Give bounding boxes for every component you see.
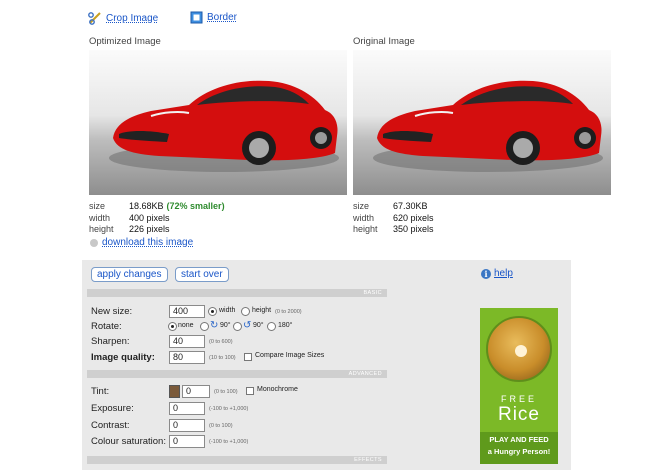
optimized-stats: size 18.68KB (72% smaller) width 400 pixels…: [89, 201, 225, 236]
optimized-image-title: Optimized Image: [89, 36, 161, 47]
tint-label: Tint:: [91, 386, 110, 397]
colour-saturation-hint: (-100 to +1,000): [209, 439, 249, 445]
new-size-label: New size:: [91, 306, 133, 317]
freerice-ad[interactable]: FREE Rice PLAY AND FEED a Hungry Person!: [480, 308, 558, 464]
width-label: width: [353, 212, 375, 223]
ad-cta-line1: PLAY AND FEED: [489, 435, 549, 444]
size-height-label: height: [252, 307, 272, 314]
advanced-section-label: ADVANCED: [348, 371, 382, 377]
original-image-title: Original Image: [353, 36, 415, 47]
border-icon: [190, 11, 203, 24]
border-label: Border: [207, 12, 238, 23]
sharpen-input[interactable]: 40: [169, 335, 205, 348]
rotate-180-radio[interactable]: [267, 322, 276, 331]
size-width-radio[interactable]: [208, 307, 217, 316]
new-size-hint: (0 to 2000): [275, 309, 302, 315]
size-label: size: [89, 201, 106, 211]
rotate-180-label: 180°: [278, 322, 293, 329]
rotate-90ccw-label: 90°: [253, 322, 264, 329]
rotate-none-label: none: [178, 322, 194, 329]
exposure-input[interactable]: 0: [169, 402, 205, 415]
compare-sizes-checkbox[interactable]: [244, 353, 252, 361]
compare-sizes-label: Compare Image Sizes: [255, 352, 325, 359]
rotate-90cw-label: 90°: [220, 322, 231, 329]
border-link[interactable]: Border: [190, 11, 237, 24]
help-label: help: [494, 268, 513, 279]
original-size: 67.30KB: [393, 201, 428, 211]
crop-image-link[interactable]: Crop Image: [88, 11, 158, 25]
exposure-label: Exposure:: [91, 403, 134, 414]
contrast-hint: (0 to 100): [209, 423, 233, 429]
sharpen-hint: (0 to 600): [209, 339, 233, 345]
crop-image-label: Crop Image: [106, 12, 159, 24]
size-height-radio[interactable]: [241, 307, 250, 316]
ad-free-text: FREE: [500, 394, 537, 404]
colour-saturation-input[interactable]: 0: [169, 435, 205, 448]
monochrome-label: Monochrome: [257, 386, 298, 393]
help-link[interactable]: i help: [481, 268, 513, 279]
original-width: 620 pixels: [393, 212, 434, 223]
optimized-size: 18.68KB: [129, 201, 164, 211]
rice-bowl-icon: [486, 316, 552, 382]
apply-changes-button[interactable]: apply changes: [91, 267, 168, 282]
height-label: height: [89, 224, 114, 234]
sharpen-label: Sharpen:: [91, 336, 130, 347]
rotate-90ccw-radio[interactable]: [233, 322, 242, 331]
image-quality-input[interactable]: 80: [169, 351, 205, 364]
new-size-input[interactable]: 400: [169, 305, 205, 318]
exposure-hint: (-100 to +1,000): [209, 406, 249, 412]
start-over-button[interactable]: start over: [175, 267, 229, 282]
rotate-90cw-radio[interactable]: [200, 322, 209, 331]
optimized-image: [89, 50, 347, 195]
rotate-clockwise-icon: ↻: [210, 320, 219, 331]
optimized-height: 226 pixels: [129, 224, 170, 234]
info-icon: i: [481, 268, 491, 279]
height-label: height: [353, 224, 378, 234]
rotate-none-radio[interactable]: [168, 322, 177, 331]
effects-section-label: EFFECTS: [354, 457, 382, 463]
ad-rice-text: Rice: [497, 404, 540, 425]
image-quality-hint: (10 to 100): [209, 355, 236, 361]
basic-section-header[interactable]: BASIC: [87, 289, 387, 297]
original-height: 350 pixels: [393, 224, 434, 234]
original-image: [353, 50, 611, 195]
size-reduction: (72% smaller): [166, 201, 225, 211]
contrast-input[interactable]: 0: [169, 419, 205, 432]
contrast-label: Contrast:: [91, 420, 130, 431]
download-icon: [90, 238, 98, 247]
size-label: size: [353, 201, 370, 211]
image-quality-label: Image quality:: [91, 352, 155, 363]
tint-hint: (0 to 100): [214, 389, 238, 395]
rotate-counterclockwise-icon: ↺: [243, 320, 252, 331]
basic-section-label: BASIC: [363, 290, 382, 296]
colour-saturation-label: Colour saturation:: [91, 436, 166, 447]
settings-panel: apply changes start over i help BASIC Ne…: [82, 260, 571, 470]
ad-cta-line2: a Hungry Person!: [487, 447, 551, 456]
original-stats: size 67.30KB width 620 pixels height 350 pi…: [353, 201, 434, 236]
effects-section-header[interactable]: EFFECTS: [87, 456, 387, 464]
size-width-label: width: [219, 307, 236, 314]
crop-icon: [88, 12, 101, 25]
rotate-label: Rotate:: [91, 321, 122, 332]
width-label: width: [89, 212, 111, 223]
download-link[interactable]: download this image: [90, 237, 193, 248]
tint-input[interactable]: 0: [182, 385, 210, 398]
download-label: download this image: [102, 237, 194, 248]
advanced-section-header[interactable]: ADVANCED: [87, 370, 387, 378]
monochrome-checkbox[interactable]: [246, 387, 254, 395]
optimized-width: 400 pixels: [129, 212, 170, 223]
tint-color-swatch[interactable]: [169, 385, 180, 398]
